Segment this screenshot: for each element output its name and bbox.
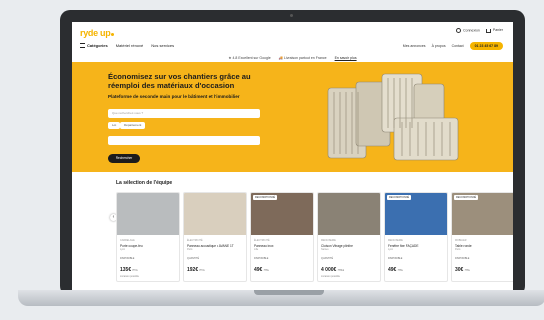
product-image xyxy=(318,193,380,235)
main-nav: Catégories Matériel rénové Nos services xyxy=(80,43,174,49)
menu-icon xyxy=(80,43,85,49)
product-image: RECONDITIONNÉ xyxy=(251,193,313,235)
product-image xyxy=(117,193,179,235)
my-listings-link[interactable]: Mes annonces xyxy=(403,44,426,48)
site-header: ryde up Catégories Matériel rénové Nos s… xyxy=(72,22,513,63)
cart-link[interactable]: Panier xyxy=(485,28,503,33)
product-location: Nantes xyxy=(321,248,329,251)
product-location: Lyon xyxy=(120,248,126,251)
product-location: Paris xyxy=(455,248,461,251)
product-stock: DISPONIBLE xyxy=(455,257,470,260)
nav-categories[interactable]: Catégories xyxy=(80,43,108,49)
delivery-info: 🚚 Livraison partout en France xyxy=(278,56,327,60)
product-category: MOBILIER xyxy=(455,239,467,242)
hero-banner: Économisez sur vos chantiers grâce au ré… xyxy=(72,62,513,172)
learn-more-link[interactable]: En savoir plus xyxy=(335,56,357,60)
user-icon xyxy=(456,28,462,33)
product-name: Panneau acoustique • AVANE 1T xyxy=(187,244,234,248)
about-link[interactable]: À propos xyxy=(432,44,446,48)
product-name: Fenêtre fixe FAÇADE xyxy=(388,244,419,248)
product-price: 49€ HT/u xyxy=(254,267,269,273)
product-price: 4 000€ HT/lot xyxy=(321,267,345,273)
product-price: 30€ HT/u xyxy=(455,267,470,273)
secondary-nav: Mes annonces À propos Contact 01 23 45 6… xyxy=(403,42,503,50)
product-card[interactable]: RECONDITIONNÉ MOBILIER Table ronde Paris DIS… xyxy=(451,192,513,282)
product-stock: QUANTITÉ xyxy=(187,257,200,260)
nav-renovated[interactable]: Matériel rénové xyxy=(116,43,144,48)
product-image: RECONDITIONNÉ xyxy=(385,193,447,235)
product-price: 192€ HT/u xyxy=(187,267,205,273)
product-image: RECONDITIONNÉ xyxy=(452,193,513,235)
product-name: Table ronde xyxy=(455,244,472,248)
product-stock: DISPONIBLE xyxy=(388,257,403,260)
hero-title: Économisez sur vos chantiers grâce au ré… xyxy=(108,72,251,90)
cart-icon xyxy=(485,28,491,33)
product-category: CARRELAGE xyxy=(120,239,135,242)
product-badge: RECONDITIONNÉ xyxy=(387,195,412,200)
product-card[interactable]: CARRELAGE Porte coupe-feu Lyon DISPONIBLE 13… xyxy=(116,192,180,282)
product-category: ÉLECTRICITÉ xyxy=(187,239,203,242)
contact-link[interactable]: Contact xyxy=(452,44,464,48)
product-stock: QUANTITÉ xyxy=(321,257,334,260)
search-input[interactable]: Que recherchez-vous ? xyxy=(108,109,260,118)
lot-chip[interactable]: Lot xyxy=(108,122,121,129)
phone-button[interactable]: 01 23 45 67 89 xyxy=(469,42,503,50)
browser-screen: ryde up Catégories Matériel rénové Nos s… xyxy=(72,22,513,290)
location-input[interactable] xyxy=(108,136,260,145)
nav-services[interactable]: Nos services xyxy=(151,43,174,48)
product-name: Porte coupe-feu xyxy=(120,244,143,248)
product-category: ÉLECTRICITÉ xyxy=(254,239,270,242)
product-card[interactable]: RECONDITIONNÉ MENUISERIE Fenêtre fixe FAÇA… xyxy=(384,192,448,282)
hero-subtitle: Plateforme de seconde main pour le bâtim… xyxy=(108,94,240,99)
product-category: MENUISERIE xyxy=(321,239,336,242)
product-carousel: CARRELAGE Porte coupe-feu Lyon DISPONIBLE 13… xyxy=(116,192,513,282)
product-name: Panneau inox xyxy=(254,244,274,248)
login-link[interactable]: Connexion xyxy=(456,28,480,33)
radiators-image xyxy=(327,73,459,161)
selection-title: La sélection de l'équipe xyxy=(116,180,173,186)
camera-dot xyxy=(290,14,293,17)
product-stock: DISPONIBLE xyxy=(254,257,269,260)
product-name: Cloison Vitrage plinthe xyxy=(321,244,353,248)
site-logo[interactable]: ryde up xyxy=(80,28,115,38)
product-price: 49€ HT/u xyxy=(388,267,403,273)
department-chip[interactable]: Département xyxy=(120,122,146,129)
product-card[interactable]: MENUISERIE Cloison Vitrage plinthe Nantes Q… xyxy=(317,192,381,282)
product-image xyxy=(184,193,246,235)
product-stock: DISPONIBLE xyxy=(120,257,135,260)
product-card[interactable]: RECONDITIONNÉ ÉLECTRICITÉ Panneau inox Lill… xyxy=(250,192,314,282)
product-shipping: Livraison possible xyxy=(321,275,341,278)
product-location: Lyon xyxy=(388,248,394,251)
product-shipping: Livraison possible xyxy=(120,275,140,278)
rating-info: ★ 4.8 Excellent sur Google xyxy=(228,56,271,60)
product-location: Paris xyxy=(187,248,193,251)
product-location: Lille xyxy=(254,248,259,251)
product-card[interactable]: ÉLECTRICITÉ Panneau acoustique • AVANE 1T… xyxy=(183,192,247,282)
product-badge: RECONDITIONNÉ xyxy=(454,195,479,200)
search-button[interactable]: Rechercher xyxy=(108,154,140,163)
product-badge: RECONDITIONNÉ xyxy=(253,195,278,200)
laptop-frame: ryde up Catégories Matériel rénové Nos s… xyxy=(60,10,525,296)
product-price: 135€ HT/u xyxy=(120,267,138,273)
account-links: Connexion Panier xyxy=(456,28,503,33)
laptop-notch xyxy=(254,290,324,295)
product-category: MENUISERIE xyxy=(388,239,403,242)
